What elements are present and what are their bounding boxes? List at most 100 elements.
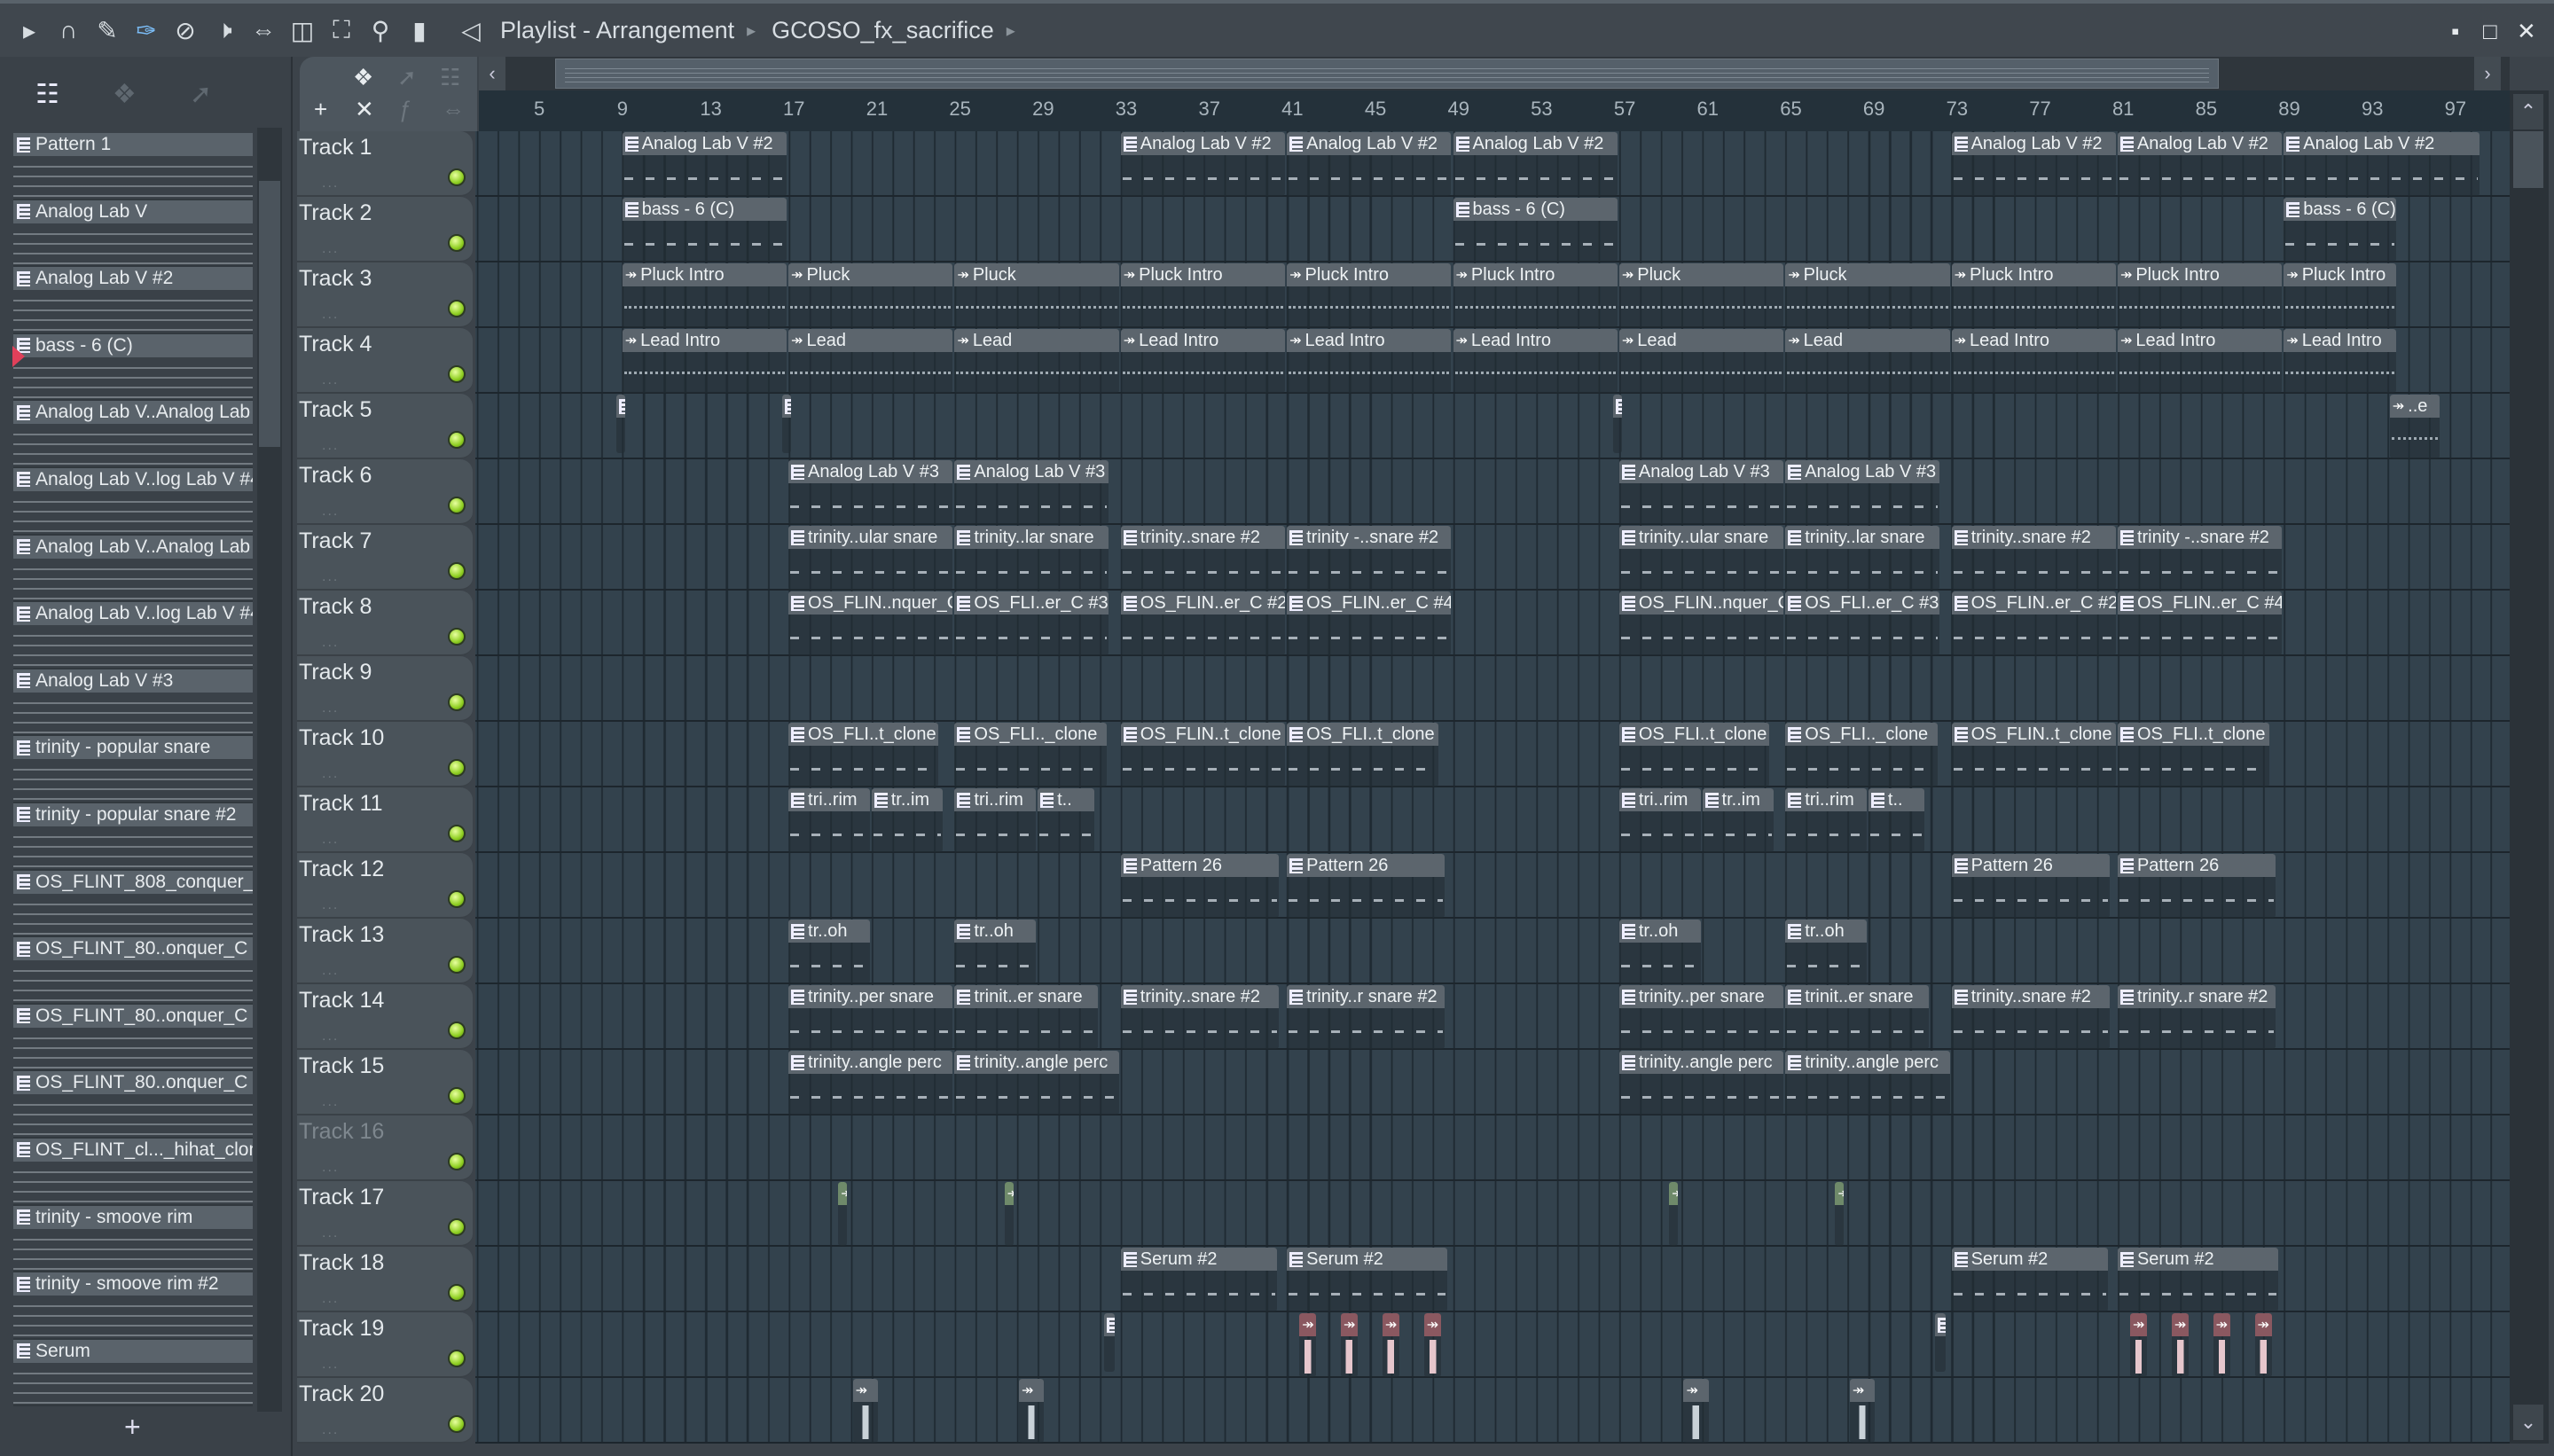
track-mute-toggle[interactable] <box>448 365 466 383</box>
playlist-clip[interactable]: ↠ Lead <box>1618 329 1784 393</box>
playlist-overview[interactable] <box>479 57 2510 90</box>
playlist-clip[interactable]: tr..oh <box>1618 920 1701 983</box>
add-pattern-button[interactable]: + <box>124 1411 141 1444</box>
playlist-clip[interactable]: ↠ <box>1019 1379 1045 1443</box>
mute-icon[interactable]: 🕨 <box>211 16 238 44</box>
playlist-clip[interactable]: ↠ Lead Intro <box>1453 329 1618 393</box>
track-options[interactable]: ... <box>322 701 339 716</box>
playlist-clip[interactable]: OS_FLIN..nquer_C <box>788 591 953 655</box>
track-header[interactable]: Track 14... <box>297 984 473 1050</box>
pattern-list-scrollbar[interactable] <box>257 128 282 1412</box>
scroll-down-button[interactable]: ⌄ <box>2513 1405 2543 1440</box>
playlist-clip[interactable]: Pattern 26 <box>1287 854 1445 918</box>
playlist-clip[interactable]: OS_FLI..t_clone <box>1287 723 1439 787</box>
track-mute-toggle[interactable] <box>448 1153 466 1170</box>
playlist-clip[interactable]: ↠ Lead Intro <box>2284 329 2397 393</box>
playlist-clip[interactable]: trinity..lar snare <box>954 526 1109 590</box>
pattern-item[interactable]: OS_FLINT_80..onquer_C #4 <box>13 1071 253 1139</box>
playlist-clip[interactable]: ↠ Lead Intro <box>2117 329 2283 393</box>
playlist-clip[interactable]: ↠ Pluck <box>788 263 953 327</box>
pattern-item[interactable]: Analog Lab V #3 <box>13 669 253 737</box>
track-mute-toggle[interactable] <box>448 1284 466 1302</box>
track-options[interactable]: ... <box>322 832 339 848</box>
track-header[interactable]: Track 12... <box>297 853 473 919</box>
playlist-clip[interactable]: Pattern 26 <box>1120 854 1280 918</box>
track-header[interactable]: Track 1... <box>297 131 473 197</box>
track-header[interactable]: Track 10... <box>297 722 473 787</box>
playlist-clip[interactable]: trinity..lar snare <box>1785 526 1939 590</box>
playlist-clip[interactable]: ↠ <box>1341 1313 1359 1377</box>
playlist-clip[interactable]: ↠ <box>838 1182 848 1246</box>
playlist-clip[interactable]: ↠ Pluck Intro <box>1120 263 1286 327</box>
playlist-clip[interactable]: Analog Lab V #3 <box>788 460 953 524</box>
track-mute-toggle[interactable] <box>448 234 466 252</box>
slip-icon[interactable]: ⇔ <box>250 16 277 44</box>
playlist-clip[interactable]: trinity..snare #2 <box>1951 526 2116 590</box>
scroll-left-button[interactable]: ‹ <box>479 57 505 90</box>
track-mute-toggle[interactable] <box>448 693 466 711</box>
zoom-icon[interactable]: ⚲ <box>367 16 394 44</box>
playlist-clip[interactable]: tr..oh <box>788 920 870 983</box>
pattern-item[interactable]: Analog Lab V..log Lab V #4 <box>13 602 253 669</box>
playlist-clip[interactable]: ↠ <box>2213 1313 2230 1377</box>
playlist-clip[interactable]: ↠ Lead Intro <box>1287 329 1452 393</box>
track-header[interactable]: Track 18... <box>297 1247 473 1312</box>
track-mute-toggle[interactable] <box>448 1087 466 1105</box>
pattern-clip-icon[interactable]: ☷ <box>440 64 460 91</box>
timeline-ruler[interactable]: 5 9 13 17 21 25 29 33 37 41 45 49 53 57 61 65 69 73 77 81 85… <box>479 90 2510 131</box>
pattern-item[interactable]: OS_FLINT_cl..._hihat_clone <box>13 1138 253 1206</box>
playlist-clip[interactable]: ↠ Pluck <box>1785 263 1950 327</box>
add-track-button[interactable]: + <box>314 96 327 123</box>
track-header[interactable]: Track 15... <box>297 1050 473 1115</box>
playlist-clip[interactable]: OS_FLIN..nquer_C <box>1618 591 1784 655</box>
playlist-clip[interactable]: tr..oh <box>954 920 1037 983</box>
playlist-clip[interactable]: OS_FLI..t_clone <box>1618 723 1769 787</box>
playlist-clip[interactable]: OS_FLI..er_C #3 <box>954 591 1109 655</box>
pattern-item[interactable]: Analog Lab V..Analog Lab V <box>13 535 253 603</box>
playlist-clip[interactable]: ↠ Lead <box>788 329 953 393</box>
pattern-item[interactable]: trinity - popular snare <box>13 736 253 803</box>
playlist-clip[interactable]: trinity..snare #2 <box>1120 526 1286 590</box>
pattern-item[interactable]: Analog Lab V #2 <box>13 267 253 334</box>
track-header[interactable]: Track 13... <box>297 919 473 984</box>
track-header[interactable]: Track 7... <box>297 525 473 591</box>
playlist-clip[interactable]: trinity..r snare #2 <box>2117 985 2276 1049</box>
playlist-clip[interactable]: ↠ Pluck <box>1618 263 1784 327</box>
track-options[interactable]: ... <box>322 1029 339 1045</box>
playlist-clip[interactable]: Serum #2 <box>1120 1248 1277 1311</box>
playlist-clip[interactable]: trinity..angle perc <box>1618 1051 1784 1115</box>
track-header[interactable]: Track 5... <box>297 394 473 459</box>
playlist-clip[interactable]: ↠ <box>1835 1182 1845 1246</box>
track-header[interactable]: Track 8... <box>297 591 473 656</box>
track-mute-toggle[interactable] <box>448 1350 466 1367</box>
maximize-button[interactable]: □ <box>2483 18 2497 45</box>
playlist-clip[interactable]: ↠ <box>1423 1313 1441 1377</box>
pattern-item[interactable]: Analog Lab V..log Lab V #4 <box>13 467 253 536</box>
playlist-clip[interactable]: Analog Lab V #2 <box>622 132 787 196</box>
audio-clip-icon[interactable]: ❖ <box>353 64 373 91</box>
playlist-clip[interactable]: bass - 6 (C) <box>2284 198 2397 262</box>
playlist-clip[interactable]: trinity -..snare #2 <box>1287 526 1452 590</box>
playlist-clip[interactable]: OS_FLI.._clone <box>1785 723 1938 787</box>
overview-viewport[interactable] <box>555 59 2219 89</box>
playlist-clip[interactable]: Analog Lab V #3 <box>1785 460 1939 524</box>
playlist-clip[interactable]: ↠ <box>1669 1182 1679 1246</box>
track-options[interactable]: ... <box>322 897 339 913</box>
track-options[interactable]: ... <box>322 1422 339 1438</box>
playlist-clip[interactable]: ↠ Lead <box>954 329 1119 393</box>
track-mute-toggle[interactable] <box>448 300 466 317</box>
playlist-clip[interactable]: ↠ <box>1849 1379 1876 1443</box>
track-mute-toggle[interactable] <box>448 759 466 777</box>
playlist-clip[interactable]: trinit..er snare <box>954 985 1099 1049</box>
playlist-clip[interactable]: Serum #2 <box>1287 1248 1447 1311</box>
track-header[interactable]: Track 9... <box>297 656 473 722</box>
playlist-clip[interactable]: ↠ Lead Intro <box>622 329 787 393</box>
scrollbar-thumb[interactable] <box>2513 131 2543 188</box>
playlist-clip[interactable]: tri..rim <box>954 788 1037 852</box>
playlist-clip[interactable]: trinity..snare #2 <box>1951 985 2110 1049</box>
playlist-clip[interactable]: OS_FLIN..t_clone <box>1951 723 2116 787</box>
delete-icon[interactable]: ⊘ <box>172 16 199 44</box>
track-header[interactable]: Track 4... <box>297 328 473 394</box>
playlist-clip[interactable]: t.. <box>1038 788 1094 852</box>
pattern-item[interactable]: Analog Lab V <box>13 200 253 268</box>
